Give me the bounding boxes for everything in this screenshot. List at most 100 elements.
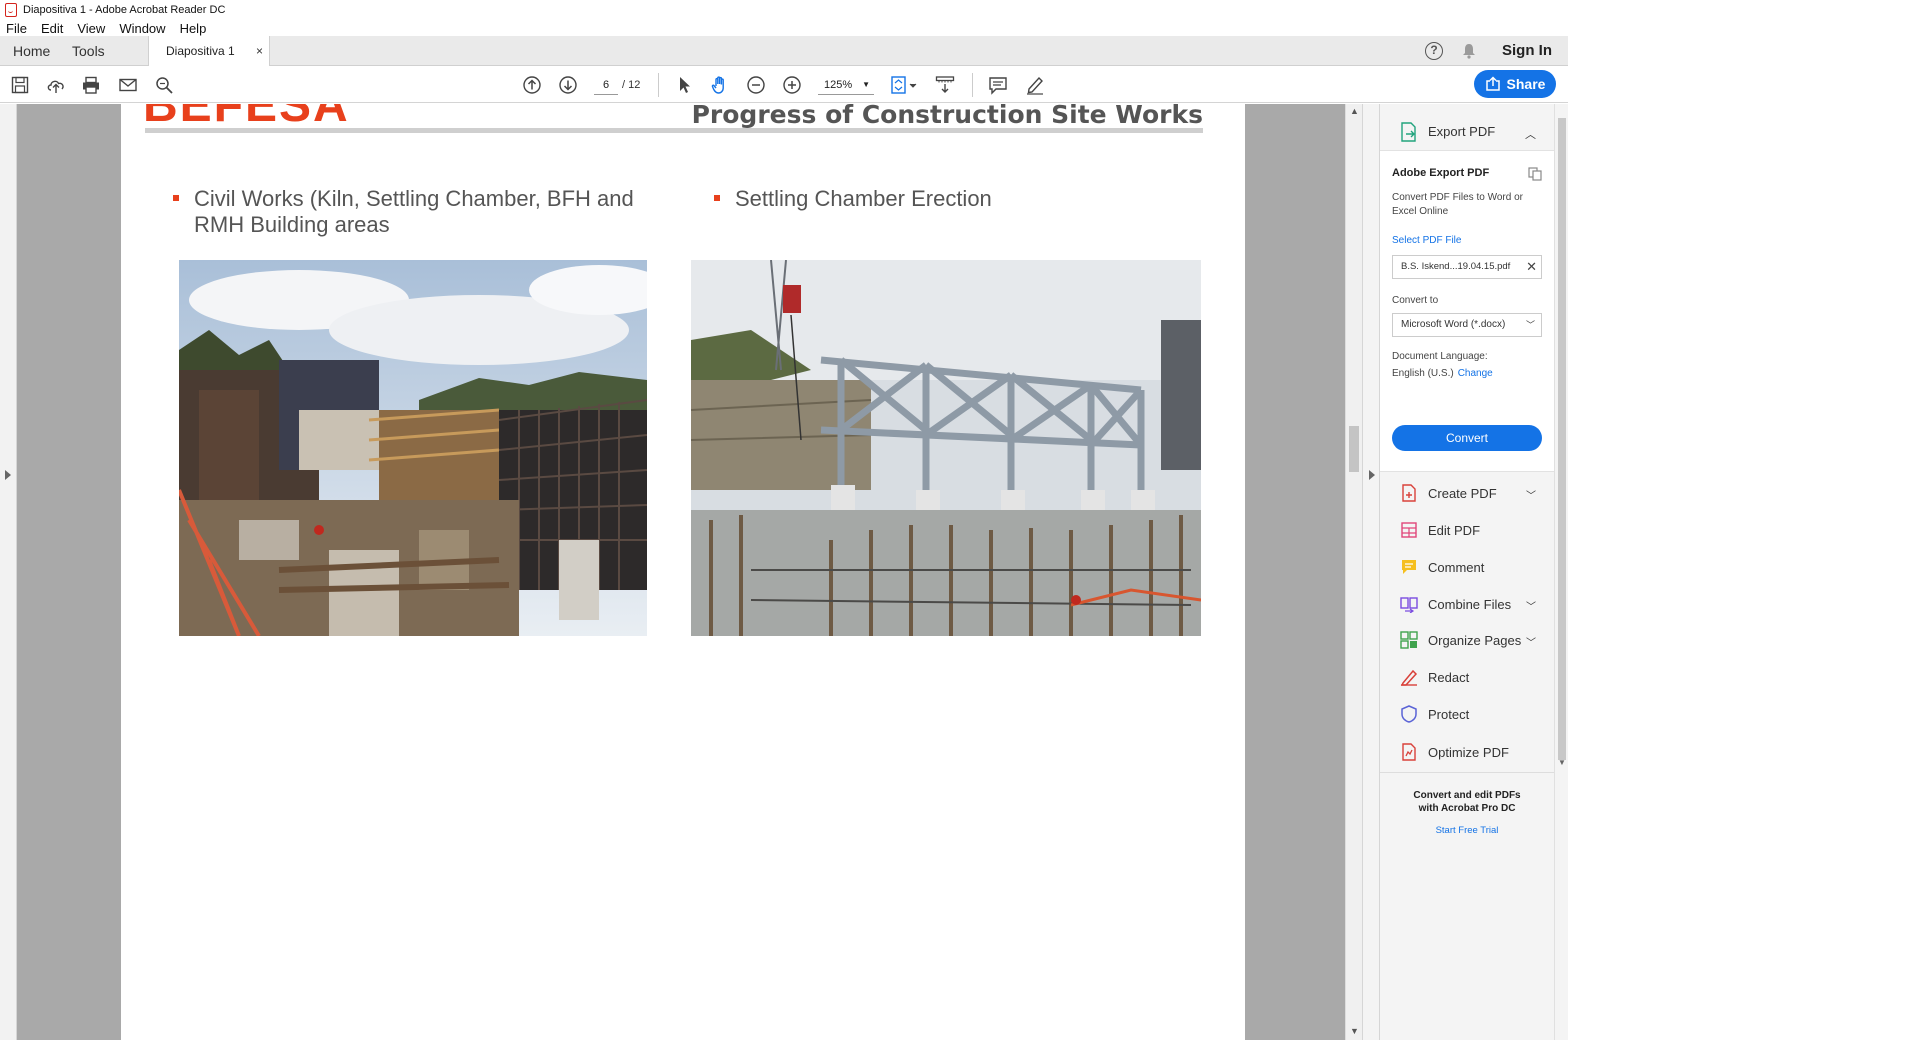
convert-to-value: Microsoft Word (*.docx) — [1401, 319, 1506, 330]
menu-help[interactable]: Help — [180, 21, 207, 36]
tool-label: Optimize PDF — [1428, 745, 1509, 760]
chevron-down-icon[interactable]: ﹀ — [1526, 487, 1536, 502]
adobe-export-panel: Adobe Export PDF Convert PDF Files to Wo… — [1380, 150, 1554, 472]
menu-file[interactable]: File — [6, 21, 27, 36]
pane-scrollbar-thumb[interactable] — [1558, 118, 1566, 760]
zoom-level-value: 125% — [824, 79, 853, 91]
hand-tool-icon[interactable] — [710, 75, 730, 95]
chevron-up-icon: ︿ — [1525, 129, 1536, 141]
bell-icon[interactable] — [1462, 43, 1476, 59]
window-title: Diapositiva 1 - Adobe Acrobat Reader DC — [23, 4, 226, 16]
tools-pane: Export PDF ︿ Adobe Export PDF Convert PD… — [1380, 104, 1554, 1040]
change-language-link[interactable]: Change — [1458, 368, 1493, 379]
tool-redact[interactable]: Redact — [1380, 660, 1554, 694]
upload-cloud-icon[interactable] — [46, 75, 66, 95]
title-rule — [145, 128, 1203, 133]
print-icon[interactable] — [81, 75, 101, 95]
chevron-down-icon[interactable]: ﹀ — [1526, 598, 1536, 613]
zoom-out-icon[interactable] — [746, 75, 766, 95]
tool-label: Create PDF — [1428, 486, 1497, 501]
scrollbar-thumb[interactable] — [1349, 426, 1359, 472]
tool-optimize-pdf[interactable]: Optimize PDF — [1380, 735, 1554, 769]
optimize-pdf-icon — [1402, 743, 1416, 761]
left-pane-toggle[interactable] — [0, 104, 17, 1040]
tool-label: Redact — [1428, 670, 1470, 685]
menu-view[interactable]: View — [77, 21, 105, 36]
page-total: / 12 — [622, 79, 641, 91]
right-pane-toggle[interactable] — [1362, 104, 1380, 1040]
clear-file-icon[interactable]: ✕ — [1526, 256, 1537, 278]
page-number-input[interactable]: 6 — [594, 75, 618, 95]
tool-combine-files[interactable]: Combine Files ﹀ — [1380, 587, 1554, 621]
tool-protect[interactable]: Protect — [1380, 697, 1554, 731]
close-tab-icon[interactable]: × — [256, 36, 263, 66]
tool-label: Organize Pages — [1428, 633, 1522, 648]
copy-docs-icon — [1528, 167, 1542, 181]
tab-tools[interactable]: Tools — [72, 36, 105, 66]
chevron-down-icon[interactable]: ﹀ — [1526, 634, 1536, 649]
menu-window[interactable]: Window — [119, 21, 165, 36]
tool-organize-pages[interactable]: Organize Pages ﹀ — [1380, 623, 1554, 657]
pdf-page: BEFESA Progress of Construction Site Wor… — [121, 104, 1245, 1040]
tool-label: Edit PDF — [1428, 523, 1481, 538]
comment-icon[interactable] — [988, 75, 1008, 95]
tab-home[interactable]: Home — [13, 36, 50, 66]
select-pdf-file-link[interactable]: Select PDF File — [1392, 235, 1461, 246]
redact-icon — [1400, 669, 1418, 686]
scroll-down-icon[interactable]: ▼ — [1350, 1026, 1359, 1036]
zoom-level-select[interactable]: 125% ▼ — [818, 75, 874, 95]
tool-create-pdf[interactable]: Create PDF ﹀ — [1380, 476, 1554, 510]
scroll-down-icon[interactable]: ▼ — [1558, 758, 1566, 767]
draw-pen-icon[interactable] — [1025, 75, 1045, 95]
bullet-marker — [173, 195, 179, 201]
tool-label: Comment — [1428, 560, 1485, 575]
export-pdf-label: Export PDF — [1428, 124, 1496, 139]
document-language-value: English (U.S.) Change — [1392, 368, 1493, 379]
tab-document[interactable]: Diapositiva 1 × — [148, 36, 270, 66]
chevron-down-icon: ▼ — [862, 80, 870, 89]
sign-in-link[interactable]: Sign In — [1502, 36, 1552, 66]
export-pdf-icon — [1401, 122, 1416, 142]
select-cursor-icon[interactable] — [675, 75, 695, 95]
tab-document-label: Diapositiva 1 — [166, 44, 235, 58]
document-language-text: English (U.S.) — [1392, 368, 1454, 379]
bullet-civil-works: Civil Works (Kiln, Settling Chamber, BFH… — [173, 186, 683, 238]
convert-to-select[interactable]: Microsoft Word (*.docx) ﹀ — [1392, 313, 1542, 337]
save-icon[interactable] — [10, 75, 30, 95]
convert-button[interactable]: Convert — [1392, 425, 1542, 451]
zoom-in-icon[interactable] — [782, 75, 802, 95]
share-label: Share — [1506, 76, 1546, 92]
export-pdf-header[interactable]: Export PDF ︿ — [1380, 116, 1554, 148]
selected-file-field[interactable]: B.S. Iskend...19.04.15.pdf ✕ — [1392, 255, 1542, 279]
promo-text: Convert and edit PDFs with Acrobat Pro D… — [1413, 790, 1521, 814]
combine-files-icon — [1400, 597, 1418, 613]
start-free-trial-link[interactable]: Start Free Trial — [1380, 825, 1554, 836]
blank-area — [1568, 0, 1920, 1040]
email-icon[interactable] — [118, 75, 138, 95]
tool-edit-pdf[interactable]: Edit PDF — [1380, 513, 1554, 547]
next-page-icon[interactable] — [558, 75, 578, 95]
organize-pages-icon — [1400, 631, 1418, 649]
tool-comment[interactable]: Comment — [1380, 550, 1554, 584]
upgrade-promo: Convert and edit PDFs with Acrobat Pro D… — [1380, 772, 1554, 852]
export-panel-title: Adobe Export PDF — [1392, 167, 1490, 179]
acrobat-app-icon — [5, 3, 17, 17]
toolbar-divider — [972, 73, 973, 97]
export-panel-description: Convert PDF Files to Word or Excel Onlin… — [1392, 192, 1523, 217]
scrolling-mode-icon[interactable] — [935, 75, 955, 95]
find-icon[interactable] — [154, 75, 174, 95]
expand-arrow-icon — [5, 470, 11, 480]
pane-scrollbar[interactable]: ▼ — [1554, 104, 1568, 1040]
scroll-up-icon[interactable]: ▲ — [1350, 106, 1359, 116]
fit-page-icon[interactable] — [890, 75, 918, 95]
document-scrollbar[interactable]: ▲ ▼ — [1345, 104, 1362, 1040]
toolbar-divider — [658, 73, 659, 97]
comment-tool-icon — [1402, 560, 1416, 574]
bullet-civil-works-text: Civil Works (Kiln, Settling Chamber, BFH… — [194, 186, 634, 237]
previous-page-icon[interactable] — [522, 75, 542, 95]
share-button[interactable]: Share — [1474, 70, 1556, 98]
bullet-settling-chamber-text: Settling Chamber Erection — [735, 186, 992, 211]
share-icon — [1485, 76, 1500, 91]
help-icon[interactable]: ? — [1425, 42, 1443, 60]
menu-edit[interactable]: Edit — [41, 21, 63, 36]
